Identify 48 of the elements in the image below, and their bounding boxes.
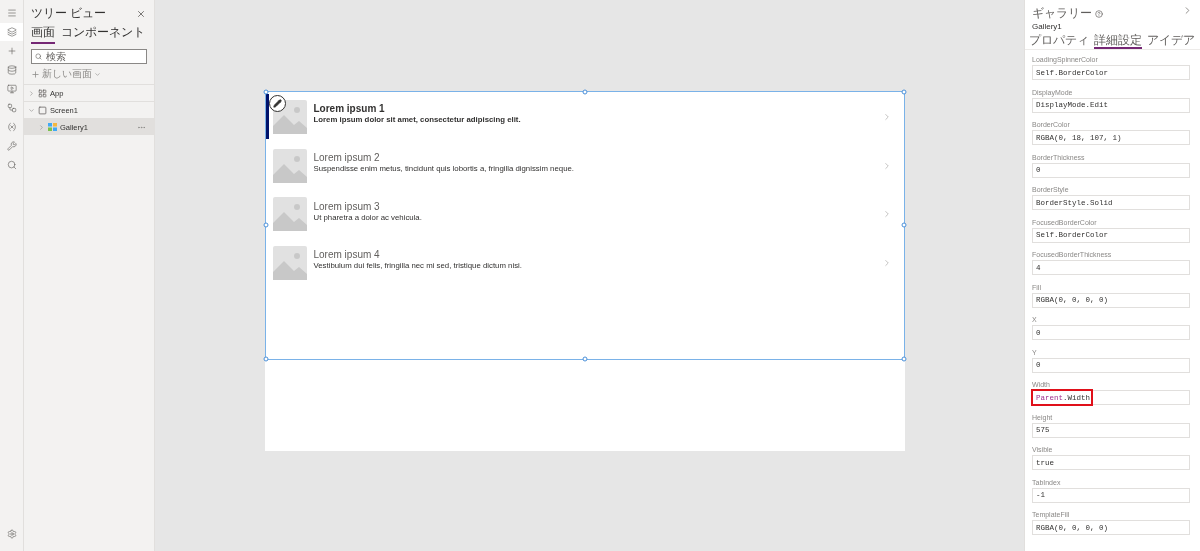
- settings-icon: [6, 529, 17, 539]
- highlight-frame: [1031, 389, 1093, 406]
- search-icon: [35, 53, 42, 60]
- resize-handle[interactable]: [263, 89, 268, 94]
- chevron-icon[interactable]: [28, 89, 35, 97]
- resize-handle[interactable]: [582, 89, 587, 94]
- chevron-icon[interactable]: [28, 106, 35, 114]
- database-icon: [6, 65, 17, 75]
- resize-handle[interactable]: [582, 356, 587, 361]
- image-placeholder-icon: [272, 197, 307, 232]
- item-title: Lorem ipsum 3: [313, 200, 381, 212]
- help-icon[interactable]: [1095, 9, 1103, 18]
- item-title: Lorem ipsum 2: [313, 152, 381, 164]
- item-title: Lorem ipsum 1: [313, 103, 386, 115]
- variable-icon: [6, 122, 17, 132]
- wrench-icon: [6, 141, 17, 151]
- resize-handle[interactable]: [901, 222, 906, 228]
- pencil-icon: [272, 98, 282, 108]
- control-name: Gallery1: [1032, 22, 1063, 31]
- resize-handle[interactable]: [901, 89, 906, 94]
- item-title: Lorem ipsum 4: [313, 249, 381, 261]
- plus-icon: [31, 69, 40, 79]
- chevron-icon: [94, 70, 101, 78]
- tab[interactable]: 詳細設定: [1094, 33, 1142, 49]
- chevron-icon[interactable]: [38, 123, 45, 131]
- flow-icon: [6, 103, 17, 113]
- layers-icon: [6, 27, 17, 37]
- tab[interactable]: コンポーネント: [61, 24, 145, 44]
- image-placeholder-icon: [272, 148, 307, 183]
- search-icon: [6, 160, 17, 170]
- app-icon: [38, 88, 47, 98]
- close-icon[interactable]: [136, 8, 146, 19]
- resize-handle[interactable]: [263, 356, 268, 361]
- panel-title: ツリー ビュー: [31, 5, 107, 22]
- resize-handle[interactable]: [263, 222, 268, 228]
- tab[interactable]: プロパティ: [1029, 33, 1089, 49]
- media-icon: [6, 84, 17, 94]
- plus-icon: [6, 46, 17, 56]
- resize-handle[interactable]: [901, 356, 906, 361]
- sidebar-button[interactable]: [0, 23, 23, 41]
- gallery-icon: [48, 123, 57, 131]
- screen-icon: [38, 105, 47, 115]
- search-field[interactable]: 検索: [31, 49, 147, 64]
- tab[interactable]: 画面: [31, 24, 55, 44]
- control-type: ギャラリー: [1032, 5, 1092, 22]
- tab[interactable]: アイデア: [1147, 33, 1195, 49]
- menu-icon: [6, 8, 17, 18]
- image-placeholder-icon: [272, 245, 307, 280]
